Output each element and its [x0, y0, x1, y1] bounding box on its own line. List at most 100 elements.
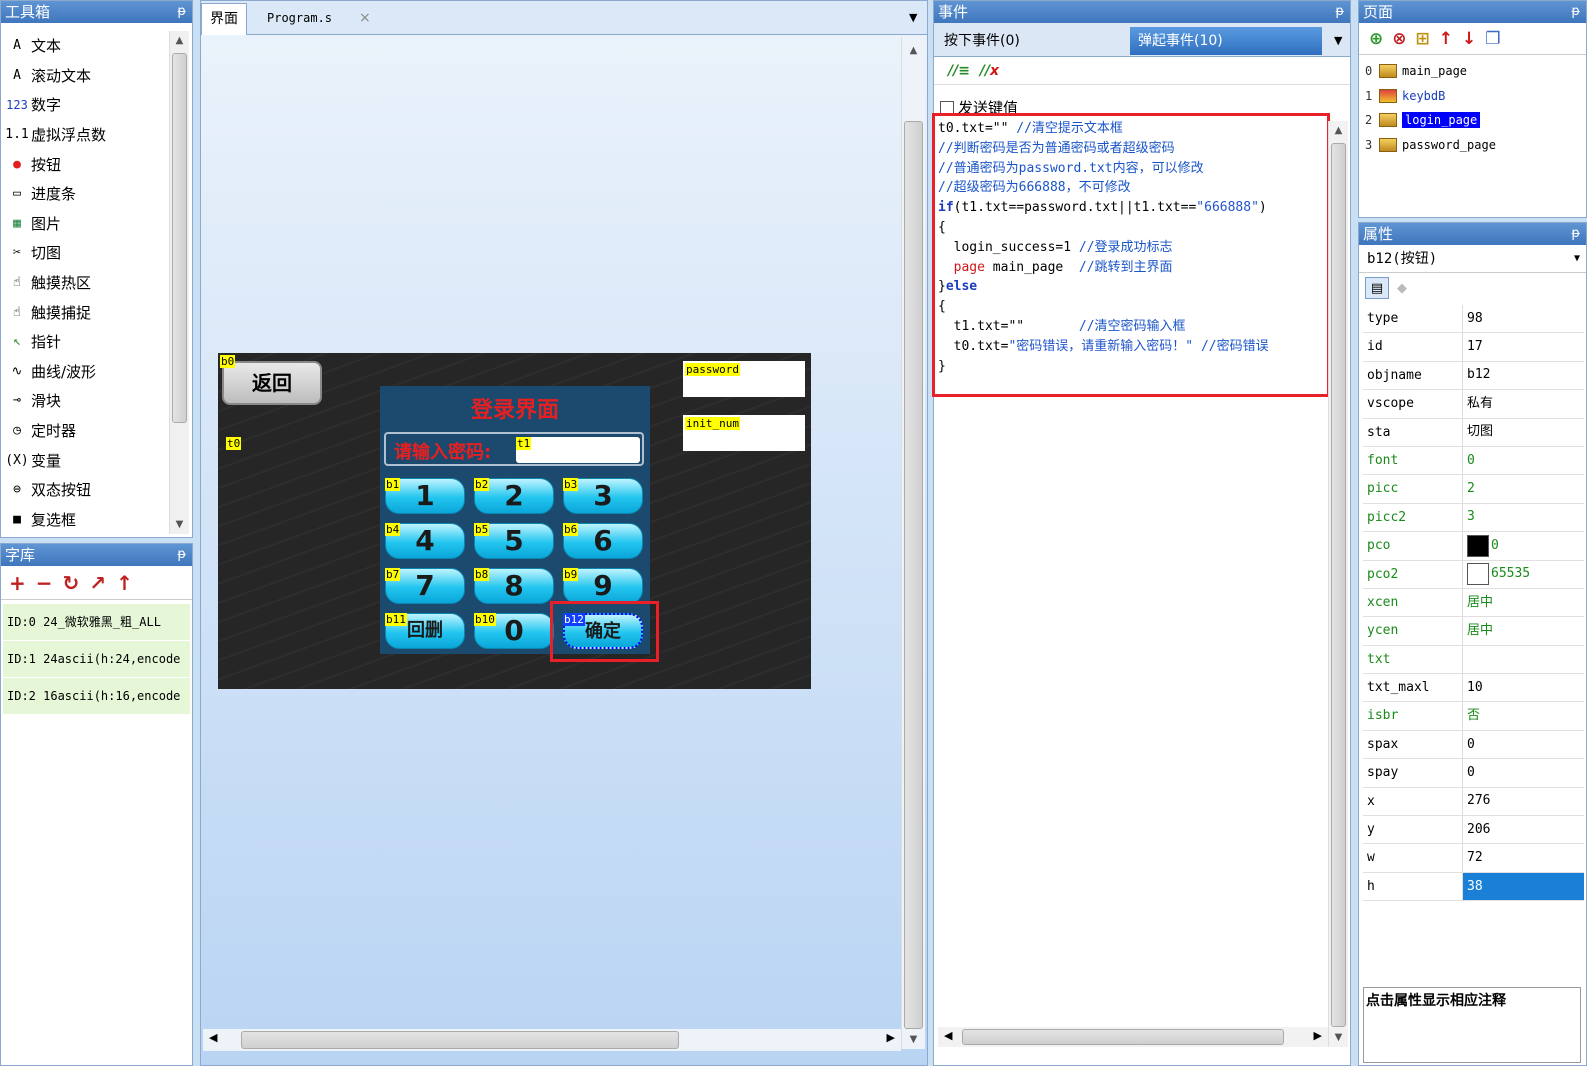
page-item[interactable]: 2 login_page — [1359, 108, 1586, 133]
label-t0[interactable]: t0 — [226, 437, 242, 450]
password-variable[interactable]: password — [683, 361, 805, 397]
delete-page-icon[interactable]: ⊗ — [1392, 29, 1406, 49]
property-row-spay[interactable]: spay 0 — [1363, 759, 1584, 788]
code-vscroll-thumb[interactable] — [1331, 143, 1346, 1027]
property-value[interactable]: 65535 — [1463, 561, 1584, 588]
toolbox-item-number[interactable]: 123 数字 — [3, 90, 168, 120]
page-item[interactable]: 1 keybdB — [1359, 84, 1586, 109]
property-row-isbr[interactable]: isbr 否 — [1363, 702, 1584, 731]
property-value[interactable]: 276 — [1463, 788, 1584, 815]
scroll-down-icon[interactable]: ▼ — [1329, 1032, 1348, 1043]
toolbox-item-checkbox[interactable]: ■ 复选框 — [3, 505, 168, 535]
object-selector[interactable]: b12(按钮) ▼ — [1359, 245, 1586, 273]
toolbox-item-slider[interactable]: ⊸ 滑块 — [3, 386, 168, 416]
add-font-icon[interactable]: + — [9, 571, 26, 595]
code-vscrollbar[interactable]: ▲ ▼ — [1328, 121, 1348, 1047]
color-swatch[interactable] — [1467, 534, 1489, 557]
toolbox-item-hotspot[interactable]: ☝ 触摸热区 — [3, 268, 168, 298]
font-item[interactable]: ID:2 16ascii(h:16,encode — [3, 678, 190, 715]
pages-pin-icon[interactable]: ᵽ — [1571, 1, 1580, 23]
uncomment-icon[interactable]: //x — [980, 63, 999, 79]
property-row-h[interactable]: h 38 — [1363, 872, 1584, 902]
scroll-up-icon[interactable]: ▲ — [170, 35, 189, 46]
property-value[interactable]: 206 — [1463, 816, 1584, 843]
properties-pin-icon[interactable]: ᵽ — [1571, 223, 1580, 245]
property-row-vscope[interactable]: vscope 私有 — [1363, 390, 1584, 419]
property-row-y[interactable]: y 206 — [1363, 816, 1584, 845]
categorized-icon[interactable]: ▤ — [1365, 277, 1389, 299]
property-value[interactable]: 3 — [1463, 504, 1584, 531]
property-row-ycen[interactable]: ycen 居中 — [1363, 617, 1584, 646]
chevron-down-icon[interactable]: ▼ — [1574, 245, 1580, 273]
property-row-picc[interactable]: picc 2 — [1363, 475, 1584, 504]
font-item[interactable]: ID:0 24_微软雅黑_粗_ALL — [3, 604, 190, 641]
property-value[interactable]: 居中 — [1463, 589, 1584, 616]
scroll-right-icon[interactable]: ▶ — [1314, 1029, 1322, 1042]
toolbox-item-button[interactable]: ● 按钮 — [3, 149, 168, 179]
password-input[interactable] — [516, 437, 640, 463]
property-row-w[interactable]: w 72 — [1363, 844, 1584, 873]
property-row-font[interactable]: font 0 — [1363, 446, 1584, 476]
canvas-vscroll-thumb[interactable] — [904, 121, 923, 1029]
property-value[interactable]: 切图 — [1463, 419, 1584, 446]
property-row-txt[interactable]: txt — [1363, 645, 1584, 675]
property-value[interactable]: 0 — [1463, 447, 1584, 474]
import-page-icon[interactable]: ⊞ — [1416, 29, 1430, 49]
page-item[interactable]: 3 password_page — [1359, 133, 1586, 158]
copy-page-icon[interactable]: ❐ — [1485, 29, 1500, 49]
event-pin-icon[interactable]: ᵽ — [1335, 1, 1344, 23]
add-page-icon[interactable]: ⊕ — [1369, 29, 1383, 49]
refresh-font-icon[interactable]: ↻ — [63, 571, 80, 595]
property-value[interactable]: b12 — [1463, 362, 1584, 389]
property-value[interactable]: 72 — [1463, 844, 1584, 871]
comment-icon[interactable]: //≡ — [948, 63, 970, 79]
property-value[interactable]: 38 — [1463, 872, 1584, 901]
property-value[interactable]: 2 — [1463, 475, 1584, 502]
property-value[interactable]: 0 — [1463, 532, 1584, 559]
property-value[interactable]: 0 — [1463, 731, 1584, 758]
scroll-down-icon[interactable]: ▼ — [902, 1034, 925, 1045]
tab-program[interactable]: Program.s — [259, 3, 340, 35]
property-value[interactable]: 98 — [1463, 305, 1584, 332]
scroll-down-icon[interactable]: ▼ — [170, 519, 189, 530]
init-num-variable[interactable]: init_num — [683, 415, 805, 451]
canvas-vscrollbar[interactable]: ▲ ▼ — [901, 37, 925, 1049]
toolbox-item-text[interactable]: A 文本 — [3, 31, 168, 61]
scroll-up-icon[interactable]: ▲ — [1329, 125, 1348, 136]
toolbox-item-progress[interactable]: ▭ 进度条 — [3, 179, 168, 209]
color-swatch[interactable] — [1467, 563, 1489, 586]
property-row-spax[interactable]: spax 0 — [1363, 730, 1584, 760]
scroll-right-icon[interactable]: ▶ — [887, 1031, 895, 1044]
property-value[interactable]: 居中 — [1463, 617, 1584, 644]
property-value[interactable]: 0 — [1463, 759, 1584, 786]
toolbox-scrollbar[interactable]: ▲ ▼ — [169, 31, 189, 534]
sort-icon[interactable]: ◆ — [1397, 281, 1407, 296]
code-hscroll-thumb[interactable] — [962, 1029, 1284, 1045]
toolbox-item-waveform[interactable]: ∿ 曲线/波形 — [3, 357, 168, 387]
font-item[interactable]: ID:1 24ascii(h:24,encode — [3, 641, 190, 678]
toolbox-item-variable[interactable]: (X) 变量 — [3, 445, 168, 475]
event-dropdown-icon[interactable]: ▼ — [1326, 27, 1342, 55]
property-row-xcen[interactable]: xcen 居中 — [1363, 588, 1584, 618]
toolbox-item-picture[interactable]: ▦ 图片 — [3, 209, 168, 239]
scroll-left-icon[interactable]: ◀ — [209, 1031, 217, 1044]
toolbox-item-crop[interactable]: ✂ 切图 — [3, 238, 168, 268]
tab-press-event[interactable]: 按下事件(0) — [936, 27, 1126, 55]
move-up-icon[interactable]: ↑ — [1439, 29, 1453, 49]
toolbox-item-touch-capture[interactable]: ☝ 触摸捕捉 — [3, 297, 168, 327]
property-row-picc2[interactable]: picc2 3 — [1363, 503, 1584, 533]
property-row-id[interactable]: id 17 — [1363, 333, 1584, 362]
property-value[interactable]: 私有 — [1463, 390, 1584, 417]
property-row-pco2[interactable]: pco2 65535 — [1363, 560, 1584, 589]
canvas-hscrollbar[interactable]: ◀ ▶ — [203, 1029, 901, 1051]
property-row-type[interactable]: type 98 — [1363, 305, 1584, 334]
back-button[interactable]: 返回 — [222, 361, 322, 405]
toolbox-item-scroll-text[interactable]: A 滚动文本 — [3, 61, 168, 91]
tab-release-event[interactable]: 弹起事件(10) — [1130, 27, 1322, 55]
property-row-objname[interactable]: objname b12 — [1363, 361, 1584, 391]
property-row-sta[interactable]: sta 切图 — [1363, 418, 1584, 447]
scroll-left-icon[interactable]: ◀ — [944, 1029, 952, 1042]
code-hscrollbar[interactable]: ◀ ▶ — [938, 1027, 1328, 1047]
property-row-txt_maxl[interactable]: txt_maxl 10 — [1363, 674, 1584, 703]
scroll-up-icon[interactable]: ▲ — [902, 45, 925, 56]
